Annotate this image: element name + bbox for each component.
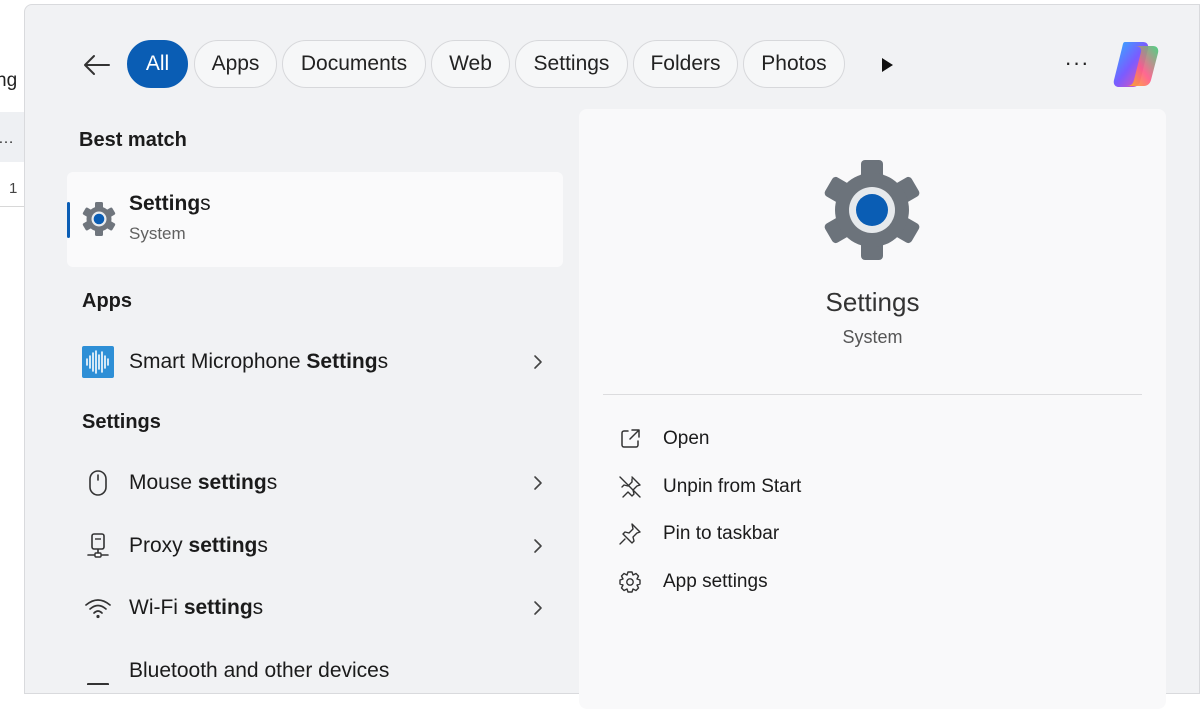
microphone-app-icon bbox=[81, 345, 115, 379]
back-button[interactable] bbox=[81, 49, 113, 81]
result-label: Smart Microphone Settings bbox=[129, 350, 389, 373]
mouse-icon bbox=[81, 466, 115, 500]
detail-divider bbox=[603, 394, 1142, 395]
result-label: Bluetooth and other devices bbox=[129, 659, 390, 682]
wifi-icon bbox=[81, 591, 115, 625]
result-label: Proxy settings bbox=[129, 534, 268, 557]
apps-heading: Apps bbox=[82, 290, 132, 312]
chevron-right-icon bbox=[531, 538, 545, 554]
filter-chip-apps[interactable]: Apps bbox=[194, 40, 277, 88]
action-label: Unpin from Start bbox=[663, 476, 802, 497]
back-arrow-icon bbox=[84, 55, 110, 75]
bluetooth-icon bbox=[81, 654, 115, 688]
background-window-text: ng bbox=[0, 70, 18, 91]
pin-icon bbox=[617, 521, 643, 547]
action-open[interactable]: Open bbox=[617, 421, 917, 457]
scroll-filters-button[interactable] bbox=[875, 53, 899, 77]
action-label: App settings bbox=[663, 571, 768, 592]
filter-chip-web[interactable]: Web bbox=[431, 40, 510, 88]
filter-chip-settings[interactable]: Settings bbox=[515, 40, 628, 88]
action-label: Open bbox=[663, 428, 710, 449]
result-proxy-settings[interactable]: Proxy settings bbox=[67, 518, 563, 574]
proxy-icon bbox=[81, 529, 115, 563]
result-bluetooth-devices[interactable]: Bluetooth and other devices bbox=[67, 643, 563, 699]
best-match-heading: Best match bbox=[79, 129, 187, 151]
result-mouse-settings[interactable]: Mouse settings bbox=[67, 455, 563, 511]
action-unpin-from-start[interactable]: Unpin from Start bbox=[617, 469, 917, 505]
result-label: Mouse settings bbox=[129, 471, 278, 494]
result-label: Wi-Fi settings bbox=[129, 596, 264, 619]
filter-chip-folders[interactable]: Folders bbox=[633, 40, 738, 88]
unpin-icon bbox=[617, 474, 643, 500]
best-match-title: Settings bbox=[129, 192, 211, 215]
chevron-right-icon bbox=[531, 354, 545, 370]
gear-icon bbox=[617, 569, 643, 595]
chevron-right-icon bbox=[531, 475, 545, 491]
action-label: Pin to taskbar bbox=[663, 523, 780, 544]
open-external-icon bbox=[617, 426, 643, 452]
background-window: ng … 1 bbox=[0, 0, 26, 675]
search-panel: All Apps Documents Web Settings Folders … bbox=[24, 4, 1200, 709]
result-smart-microphone-settings[interactable]: Smart Microphone Settings bbox=[67, 334, 563, 390]
copilot-icon[interactable] bbox=[1111, 38, 1161, 90]
action-pin-to-taskbar[interactable]: Pin to taskbar bbox=[617, 516, 917, 552]
filter-chip-all[interactable]: All bbox=[127, 40, 188, 88]
chevron-right-icon bbox=[531, 600, 545, 616]
play-arrow-icon bbox=[882, 58, 893, 72]
filter-chip-documents[interactable]: Documents bbox=[282, 40, 426, 88]
detail-subtitle: System bbox=[842, 327, 903, 347]
settings-large-icon bbox=[824, 160, 920, 260]
filter-chip-photos[interactable]: Photos bbox=[743, 40, 845, 88]
result-wifi-settings[interactable]: Wi-Fi settings bbox=[67, 580, 563, 636]
settings-gear-icon bbox=[82, 202, 116, 236]
settings-heading: Settings bbox=[82, 411, 161, 433]
more-options-button[interactable]: ··· bbox=[1063, 49, 1091, 77]
detail-pane: Settings System Open Unpin from Start Pi… bbox=[579, 109, 1166, 709]
best-match-subtitle: System bbox=[129, 224, 186, 243]
action-app-settings[interactable]: App settings bbox=[617, 564, 917, 600]
background-window-divider bbox=[0, 206, 26, 207]
background-window-ellipsis: … bbox=[0, 130, 14, 148]
detail-title: Settings bbox=[825, 287, 920, 317]
background-window-ruler-number: 1 bbox=[9, 180, 18, 197]
best-match-item[interactable]: Settings System bbox=[67, 172, 563, 267]
selection-indicator bbox=[67, 202, 70, 238]
